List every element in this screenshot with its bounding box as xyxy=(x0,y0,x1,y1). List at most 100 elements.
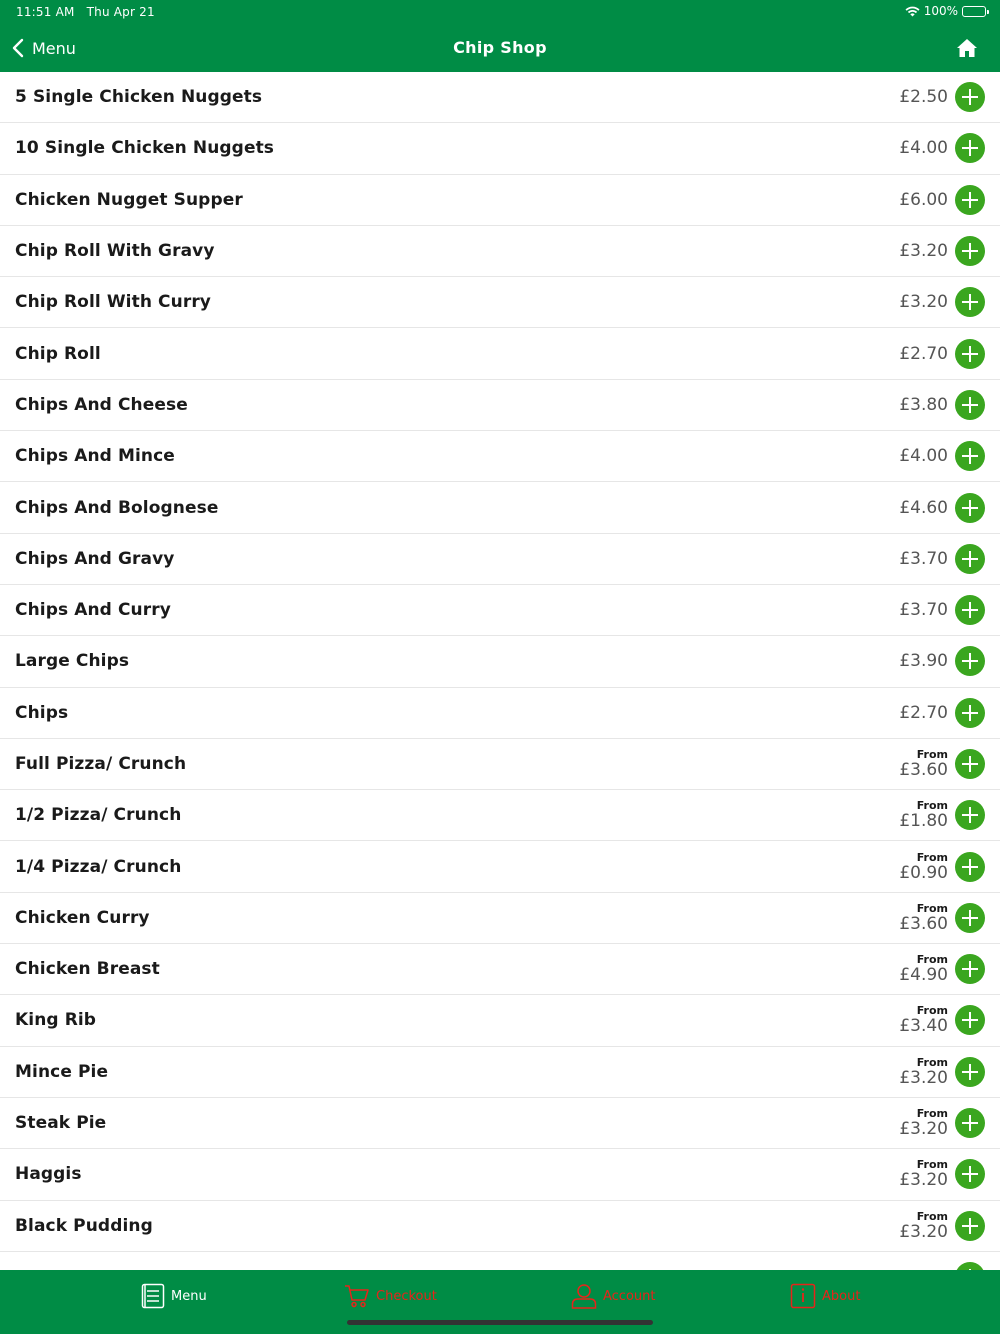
price-from-label: From xyxy=(916,953,948,967)
menu-item-row[interactable]: 5 Single Chicken Nuggets £2.50 xyxy=(0,72,1000,124)
add-item-button[interactable] xyxy=(955,749,985,779)
add-item-button[interactable] xyxy=(955,646,985,677)
menu-item-row[interactable]: Large Chips £3.90 xyxy=(0,636,1000,688)
menu-item-price: £3.20 xyxy=(899,1221,948,1242)
menu-item-price: £3.20 xyxy=(899,241,948,262)
add-item-button[interactable] xyxy=(955,1056,985,1087)
page-title: Chip Shop xyxy=(453,38,547,57)
menu-item-row[interactable]: Chip Roll £2.70 xyxy=(0,328,1000,380)
battery-percent: 100% xyxy=(923,4,958,18)
menu-item-name: Mince Pie xyxy=(15,1061,109,1082)
add-item-button[interactable] xyxy=(955,1159,985,1190)
tab-account[interactable]: Account xyxy=(571,1282,656,1310)
menu-item-price: £4.00 xyxy=(899,446,948,467)
add-item-button[interactable] xyxy=(955,133,985,164)
home-indicator xyxy=(347,1320,653,1325)
add-item-button[interactable] xyxy=(955,287,985,318)
menu-item-row[interactable]: Haggis From £3.20 xyxy=(0,1149,1000,1201)
add-item-button[interactable] xyxy=(955,82,985,113)
menu-item-name: Chips xyxy=(15,702,69,723)
cart-icon xyxy=(345,1285,369,1308)
menu-item-price: £3.20 xyxy=(899,1067,948,1088)
menu-item-price-group: From £3.40 xyxy=(899,995,948,1045)
menu-item-row[interactable]: Mince Pie From £3.20 xyxy=(0,1047,1000,1098)
menu-item-price-group: £2.70 xyxy=(899,328,948,378)
menu-item-row[interactable]: Chip Roll With Gravy £3.20 xyxy=(0,226,1000,278)
add-item-button[interactable] xyxy=(955,1210,985,1241)
menu-item-row[interactable]: Chips And Bolognese £4.60 xyxy=(0,482,1000,534)
add-item-button[interactable] xyxy=(955,851,985,882)
add-item-button[interactable] xyxy=(955,1108,985,1139)
menu-item-row[interactable]: Chicken Breast From £4.90 xyxy=(0,944,1000,996)
menu-item-price: £3.70 xyxy=(899,600,948,621)
add-item-button[interactable] xyxy=(955,184,985,215)
menu-item-price-group: From £3.20 xyxy=(899,1098,948,1148)
menu-item-row[interactable]: Chips £2.70 xyxy=(0,688,1000,739)
menu-item-price-group: £4.60 xyxy=(899,482,948,532)
price-from-label: From xyxy=(916,1055,948,1069)
add-item-button[interactable] xyxy=(955,338,985,369)
wifi-icon xyxy=(905,6,920,16)
add-item-button[interactable] xyxy=(955,492,985,523)
add-item-button[interactable] xyxy=(955,1261,985,1270)
add-item-button[interactable] xyxy=(955,543,985,574)
menu-item-name: King Rib xyxy=(15,1010,97,1031)
menu-item-name: Haggis xyxy=(15,1164,82,1185)
add-item-button[interactable] xyxy=(955,236,985,267)
menu-item-name: Chip Roll With Gravy xyxy=(15,241,215,262)
menu-item-row[interactable]: Chips And Cheese £3.80 xyxy=(0,380,1000,432)
menu-item-name: Black Pudding xyxy=(15,1215,153,1236)
menu-item-price: £3.20 xyxy=(899,1170,948,1191)
menu-item-price: £4.90 xyxy=(899,965,948,986)
status-indicators: 100% xyxy=(905,4,989,18)
price-from-label: From xyxy=(916,799,948,813)
add-item-button[interactable] xyxy=(955,800,985,831)
menu-item-price-group: £3.70 xyxy=(899,585,948,635)
tab-menu[interactable]: Menu xyxy=(141,1282,207,1310)
menu-item-row[interactable]: King Rib From £3.40 xyxy=(0,995,1000,1047)
tab-about[interactable]: About xyxy=(790,1282,860,1310)
home-button[interactable] xyxy=(956,38,978,62)
menu-item-name: 5 Single Chicken Nuggets xyxy=(15,87,263,108)
menu-item-row[interactable]: Chicken Nugget Supper £6.00 xyxy=(0,175,1000,226)
app-header: 11:51 AM Thu Apr 21 100% Menu Chip Shop xyxy=(0,0,1000,72)
menu-item-price-group: From xyxy=(917,1252,948,1270)
menu-item-price: £6.00 xyxy=(899,189,948,210)
menu-item-price: £3.80 xyxy=(899,394,948,415)
add-item-button[interactable] xyxy=(955,697,985,728)
add-item-button[interactable] xyxy=(955,954,985,985)
menu-item-row[interactable]: From xyxy=(0,1252,1000,1270)
menu-item-row[interactable]: Full Pizza/ Crunch From £3.60 xyxy=(0,739,1000,791)
menu-item-price-group: £4.00 xyxy=(899,123,948,173)
menu-item-row[interactable]: Steak Pie From £3.20 xyxy=(0,1098,1000,1150)
menu-item-row[interactable]: Chips And Mince £4.00 xyxy=(0,431,1000,483)
price-from-label: From xyxy=(916,1004,948,1018)
menu-item-list: 5 Single Chicken Nuggets £2.50 10 Single C… xyxy=(0,72,1000,1270)
price-from-label: From xyxy=(916,850,948,864)
add-item-button[interactable] xyxy=(955,1005,985,1036)
menu-item-price-group: From £3.20 xyxy=(899,1047,948,1097)
add-item-button[interactable] xyxy=(955,595,985,626)
menu-item-row[interactable]: Chips And Curry £3.70 xyxy=(0,585,1000,637)
price-from-label: From xyxy=(916,1107,948,1121)
tab-checkout[interactable]: Checkout xyxy=(344,1282,437,1310)
menu-item-row[interactable]: Chip Roll With Curry £3.20 xyxy=(0,277,1000,329)
menu-item-row[interactable]: Chips And Gravy £3.70 xyxy=(0,534,1000,585)
menu-item-price-group: £4.00 xyxy=(899,431,948,481)
menu-item-price-group: £3.80 xyxy=(899,380,948,430)
status-bar: 11:51 AM Thu Apr 21 100% xyxy=(0,0,1000,24)
menu-item-row[interactable]: 1/2 Pizza/ Crunch From £1.80 xyxy=(0,790,1000,842)
menu-item-price: £2.50 xyxy=(899,87,948,108)
add-item-button[interactable] xyxy=(955,389,985,420)
menu-item-price: £3.20 xyxy=(899,1119,948,1140)
menu-item-price-group: From £4.90 xyxy=(899,944,948,994)
menu-item-row[interactable]: Chicken Curry From £3.60 xyxy=(0,893,1000,945)
add-item-button[interactable] xyxy=(955,441,985,472)
menu-item-name: 10 Single Chicken Nuggets xyxy=(15,138,275,159)
menu-item-row[interactable]: 10 Single Chicken Nuggets £4.00 xyxy=(0,123,1000,175)
menu-item-row[interactable]: Black Pudding From £3.20 xyxy=(0,1201,1000,1252)
menu-item-price: £2.70 xyxy=(899,702,948,723)
price-from-label: From xyxy=(916,901,948,915)
add-item-button[interactable] xyxy=(955,902,985,933)
menu-item-row[interactable]: 1/4 Pizza/ Crunch From £0.90 xyxy=(0,841,1000,893)
